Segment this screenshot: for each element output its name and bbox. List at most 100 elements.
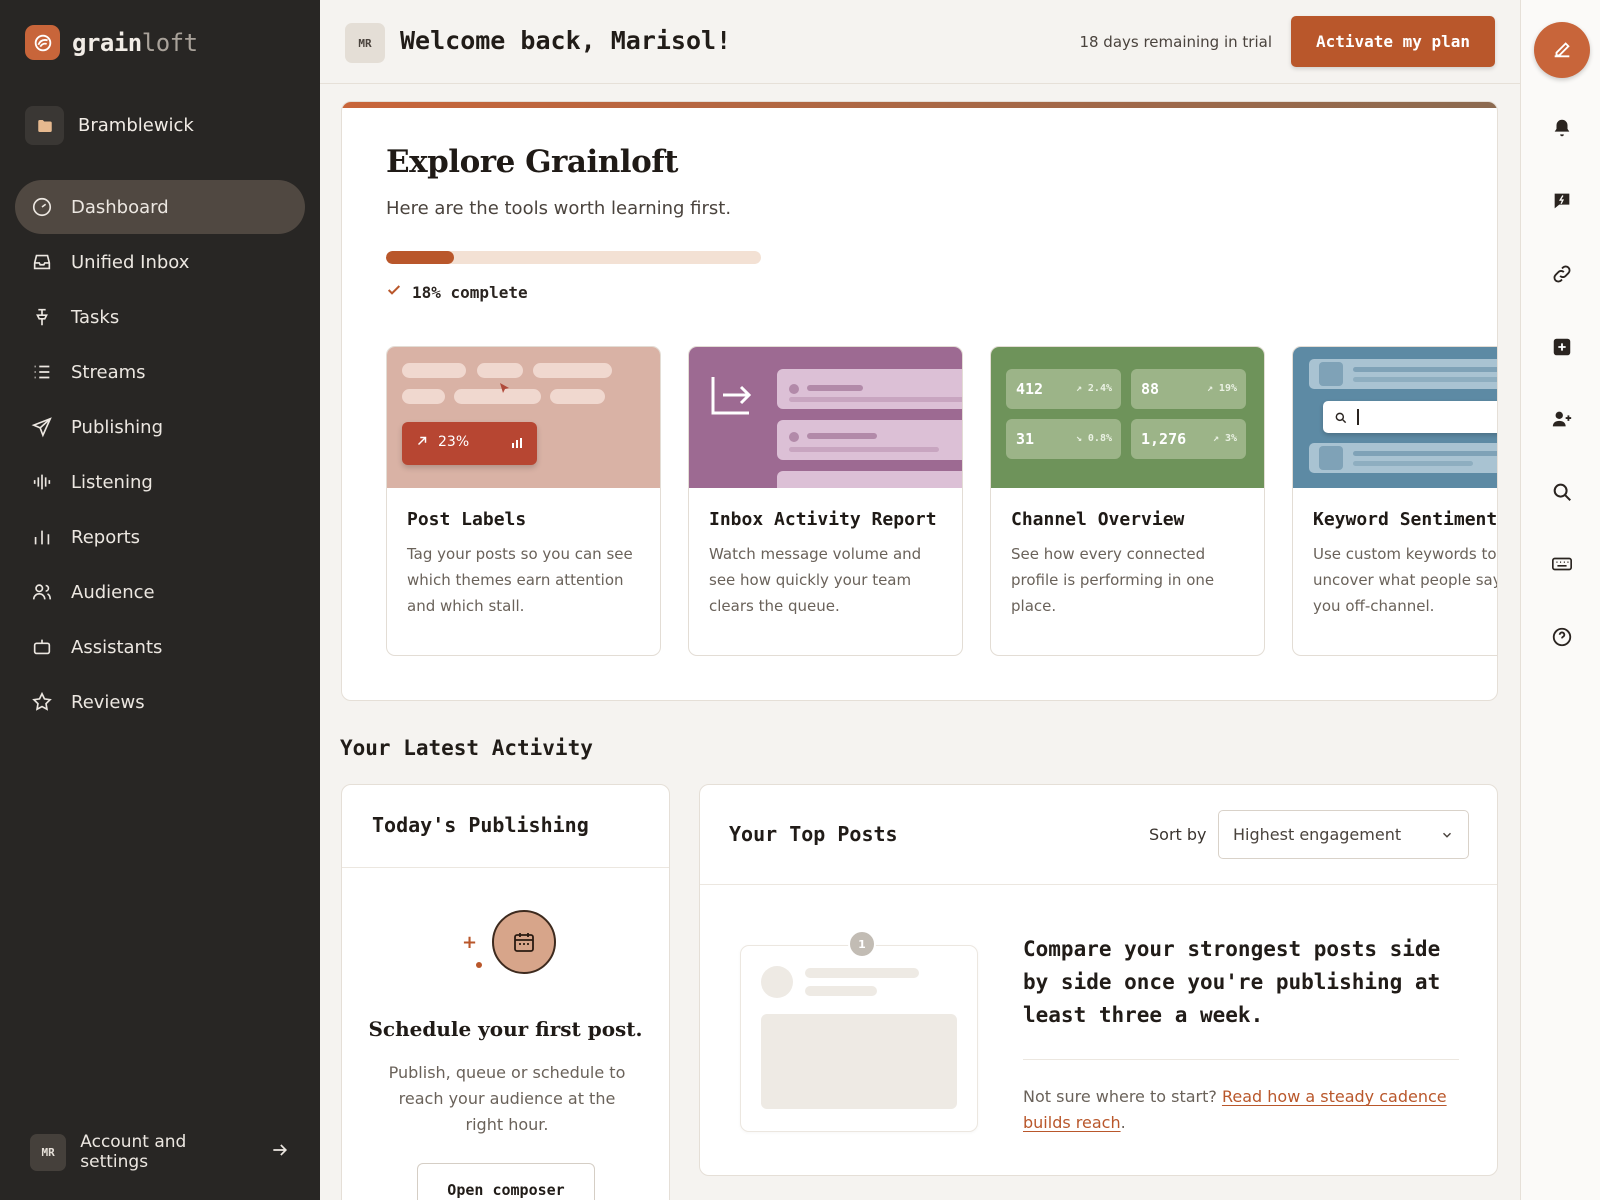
explore-title: Explore Grainloft: [386, 144, 678, 180]
rank-badge: 1: [848, 930, 876, 958]
nav-item-reports[interactable]: Reports: [15, 510, 305, 564]
feedback-icon[interactable]: [1547, 186, 1577, 216]
nav-item-audience[interactable]: Audience: [15, 565, 305, 619]
nav-label: Reports: [71, 526, 141, 548]
trial-status: 18 days remaining in trial: [1079, 33, 1272, 51]
keyboard-icon[interactable]: [1547, 549, 1577, 579]
inbox-icon: [31, 251, 53, 273]
compose-button[interactable]: [1534, 22, 1590, 78]
tool-card-keyword-sentiment[interactable]: Keyword Sentiment Use custom keywords to…: [1292, 346, 1498, 656]
label-pill: [550, 389, 605, 404]
sort-dropdown[interactable]: Highest engagement: [1218, 810, 1469, 859]
label-pill: [533, 363, 612, 378]
tool-description: See how every connected profile is perfo…: [1011, 545, 1215, 615]
account-settings-link[interactable]: MR Account and settings: [30, 1132, 290, 1172]
metric-tile: 88 ↗ 19%: [1131, 369, 1246, 409]
tool-card-post-labels[interactable]: 23% Post Labels Tag your posts so you ca…: [386, 346, 661, 656]
brand-name: grainloft: [72, 28, 198, 57]
onboarding-progress-bar: [386, 251, 761, 264]
inbox-report-illustration: [689, 347, 962, 488]
todays-publishing-card: Today's Publishing + Schedule your first…: [341, 784, 670, 1200]
nav-label: Streams: [71, 361, 146, 383]
folder-icon: [25, 106, 64, 145]
soundwave-icon: [31, 471, 53, 493]
check-icon: [386, 282, 402, 302]
cursor-icon: [499, 381, 511, 400]
explore-card: Explore Grainloft Here are the tools wor…: [341, 101, 1498, 701]
explore-subtitle: Here are the tools worth learning first.: [386, 198, 732, 219]
tool-description: Tag your posts so you can see which them…: [407, 545, 633, 615]
empty-state-heading: Schedule your first post.: [368, 1017, 643, 1041]
welcome-heading: Welcome back, Marisol!: [400, 26, 732, 55]
sidebar: grainloft Bramblewick Dashboard Unified …: [0, 0, 320, 1200]
export-arrow-icon: [709, 373, 753, 421]
tool-description: Watch message volume and see how quickly…: [709, 545, 922, 615]
label-pill: [454, 389, 541, 404]
tool-title: Inbox Activity Report: [709, 509, 937, 530]
post-labels-illustration: 23%: [387, 347, 660, 488]
tool-title: Channel Overview: [1011, 509, 1185, 530]
star-icon: [31, 691, 53, 713]
nav-label: Tasks: [71, 306, 120, 328]
message-row: [777, 471, 962, 488]
nav-label: Listening: [71, 471, 153, 493]
brand-logo[interactable]: grainloft: [25, 25, 198, 60]
bar-chart-icon: [31, 526, 53, 548]
account-label: Account and settings: [80, 1132, 187, 1172]
message-row: [777, 369, 962, 409]
tool-cards-row: 23% Post Labels Tag your posts so you ca…: [386, 346, 1498, 658]
right-rail: [1520, 0, 1600, 1200]
progress-text: 18% complete: [412, 282, 528, 302]
sort-label: Sort by: [1149, 825, 1207, 844]
pin-icon: [31, 306, 53, 328]
keyword-search-field: [1323, 401, 1497, 433]
plus-icon: +: [462, 932, 478, 953]
mini-bar-chart-icon: [511, 437, 523, 453]
progress-fill: [386, 251, 454, 264]
nav-label: Assistants: [71, 636, 163, 658]
paper-plane-icon: [31, 416, 53, 438]
nav-item-listening[interactable]: Listening: [15, 455, 305, 509]
help-icon[interactable]: [1547, 622, 1577, 652]
bell-icon[interactable]: [1547, 113, 1577, 143]
label-pill: [402, 389, 445, 404]
metric-tile: 412 ↗ 2.4%: [1006, 369, 1121, 409]
metric-tile: 1,276 ↗ 3%: [1131, 419, 1246, 459]
tool-card-channel-overview[interactable]: 412 ↗ 2.4% 88 ↗ 19% 31 ↘ 0.8% 1,276 ↗ 3% Cha…: [990, 346, 1265, 656]
list-row: [1309, 359, 1497, 389]
nav-item-publishing[interactable]: Publishing: [15, 400, 305, 454]
chevron-down-icon: [1440, 827, 1454, 846]
nav-item-tasks[interactable]: Tasks: [15, 290, 305, 344]
tool-title: Keyword Sentiment: [1313, 509, 1498, 530]
arrow-right-icon: [270, 1140, 290, 1165]
plus-square-icon[interactable]: [1547, 332, 1577, 362]
accent-bar: [342, 102, 1497, 108]
add-user-icon[interactable]: [1547, 404, 1577, 434]
list-icon: [31, 361, 53, 383]
nav-item-unified-inbox[interactable]: Unified Inbox: [15, 235, 305, 289]
top-posts-message: Compare your strongest posts side by sid…: [1023, 937, 1441, 1027]
robot-icon: [31, 636, 53, 658]
avatar: MR: [30, 1133, 67, 1171]
tool-card-inbox-activity-report[interactable]: Inbox Activity Report Watch message volu…: [688, 346, 963, 656]
nav-item-streams[interactable]: Streams: [15, 345, 305, 399]
nav-item-assistants[interactable]: Assistants: [15, 620, 305, 674]
nav-label: Audience: [71, 581, 155, 603]
stat-chip: 23%: [402, 422, 537, 465]
help-text: Not sure where to start? Read how a stea…: [1023, 1087, 1447, 1132]
latest-activity-heading: Your Latest Activity: [340, 736, 593, 760]
keyword-sentiment-illustration: [1293, 347, 1497, 488]
workspace-switcher[interactable]: Bramblewick: [25, 106, 194, 145]
activate-plan-button[interactable]: Activate my plan: [1291, 16, 1495, 67]
channel-overview-illustration: 412 ↗ 2.4% 88 ↗ 19% 31 ↘ 0.8% 1,276 ↗ 3%: [991, 347, 1264, 488]
link-icon[interactable]: [1547, 259, 1577, 289]
metric-tile: 31 ↘ 0.8%: [1006, 419, 1121, 459]
card-title: Your Top Posts: [729, 822, 898, 846]
workspace-name: Bramblewick: [78, 115, 194, 136]
avatar[interactable]: MR: [345, 23, 385, 63]
nav-item-reviews[interactable]: Reviews: [15, 675, 305, 729]
nav-item-dashboard[interactable]: Dashboard: [15, 180, 305, 234]
open-composer-button[interactable]: Open composer: [417, 1163, 595, 1200]
users-icon: [31, 581, 53, 603]
search-icon[interactable]: [1547, 477, 1577, 507]
